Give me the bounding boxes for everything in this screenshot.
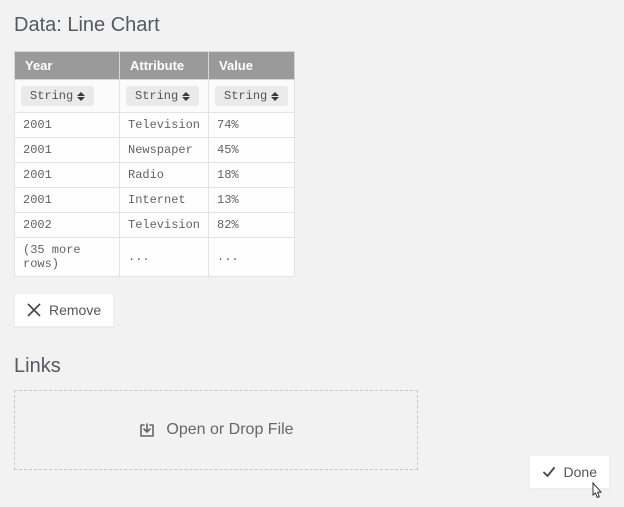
type-selector-value[interactable]: String — [215, 86, 288, 106]
cell-year: 2001 — [15, 163, 120, 188]
table-row: 2001 Television 74% — [15, 113, 295, 138]
import-icon — [138, 421, 156, 439]
type-row: String String String — [15, 80, 295, 113]
sort-icon — [77, 92, 85, 101]
table-row: 2001 Radio 18% — [15, 163, 295, 188]
cell-attribute: Newspaper — [120, 138, 209, 163]
done-button[interactable]: Done — [529, 455, 610, 489]
more-rows-row[interactable]: (35 more rows) ... ... — [15, 238, 295, 277]
check-icon — [542, 465, 556, 479]
links-title: Links — [14, 355, 610, 378]
cell-year: 2001 — [15, 138, 120, 163]
type-label: String — [224, 89, 267, 103]
column-header-value[interactable]: Value — [209, 52, 295, 80]
type-label: String — [30, 89, 73, 103]
cell-attribute: Television — [120, 213, 209, 238]
data-table: Year Attribute Value String String Strin — [14, 51, 295, 277]
cell-attribute: Internet — [120, 188, 209, 213]
column-header-year[interactable]: Year — [15, 52, 120, 80]
done-label: Done — [564, 464, 597, 480]
type-selector-year[interactable]: String — [21, 86, 94, 106]
cell-year: 2001 — [15, 113, 120, 138]
cell-value: 45% — [209, 138, 295, 163]
type-selector-attribute[interactable]: String — [126, 86, 199, 106]
cell-attribute: Radio — [120, 163, 209, 188]
remove-button[interactable]: Remove — [14, 293, 114, 327]
remove-label: Remove — [49, 302, 101, 318]
table-row: 2002 Television 82% — [15, 213, 295, 238]
cell-value: 18% — [209, 163, 295, 188]
more-rows-label: (35 more rows) — [15, 238, 120, 277]
cell-value: 13% — [209, 188, 295, 213]
dropzone-label: Open or Drop File — [166, 421, 293, 439]
cell-value: 74% — [209, 113, 295, 138]
type-label: String — [135, 89, 178, 103]
more-rows-ellipsis: ... — [209, 238, 295, 277]
sort-icon — [271, 92, 279, 101]
column-header-attribute[interactable]: Attribute — [120, 52, 209, 80]
close-icon — [27, 303, 41, 317]
sort-icon — [182, 92, 190, 101]
cell-year: 2002 — [15, 213, 120, 238]
cell-year: 2001 — [15, 188, 120, 213]
open-or-drop-file[interactable]: Open or Drop File — [14, 390, 418, 470]
more-rows-ellipsis: ... — [120, 238, 209, 277]
cell-attribute: Television — [120, 113, 209, 138]
table-row: 2001 Internet 13% — [15, 188, 295, 213]
table-row: 2001 Newspaper 45% — [15, 138, 295, 163]
section-title: Data: Line Chart — [14, 14, 610, 37]
cell-value: 82% — [209, 213, 295, 238]
